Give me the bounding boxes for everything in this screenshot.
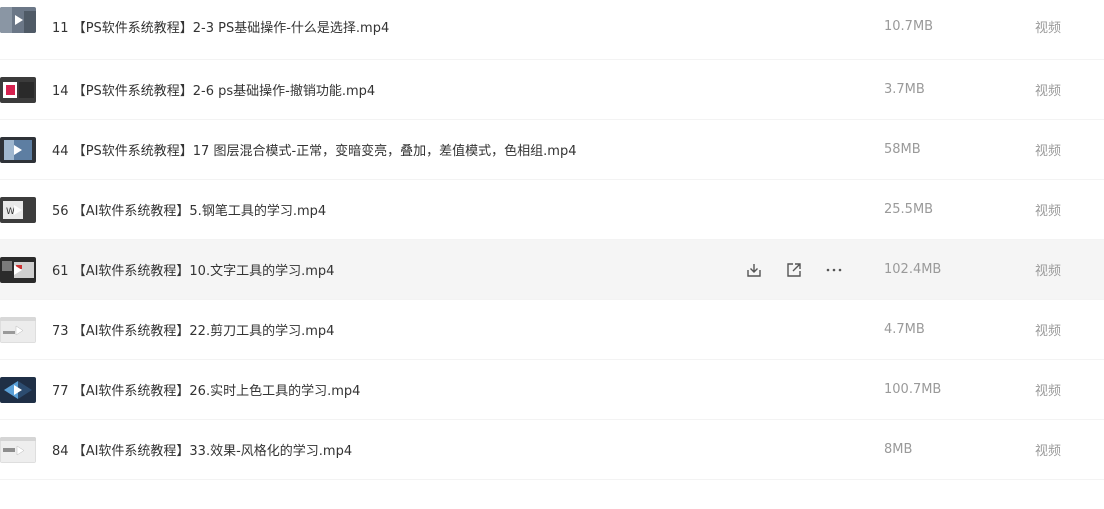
file-name[interactable]: 61 【AI软件系统教程】10.文字工具的学习.mp4 bbox=[52, 260, 334, 279]
file-size: 8MB bbox=[884, 442, 913, 457]
file-name[interactable]: 77 【AI软件系统教程】26.实时上色工具的学习.mp4 bbox=[52, 380, 360, 399]
file-name[interactable]: 56 【AI软件系统教程】5.钢笔工具的学习.mp4 bbox=[52, 200, 326, 219]
file-size: 58MB bbox=[884, 142, 921, 157]
file-name[interactable]: 84 【AI软件系统教程】33.效果-风格化的学习.mp4 bbox=[52, 440, 352, 459]
file-row[interactable]: 73 【AI软件系统教程】22.剪刀工具的学习.mp4 4.7MB 视频 bbox=[0, 300, 1104, 360]
file-type: 视频 bbox=[1035, 444, 1062, 459]
file-size: 3.7MB bbox=[884, 82, 925, 97]
file-type: 视频 bbox=[1035, 84, 1062, 99]
download-icon[interactable] bbox=[745, 261, 763, 279]
file-type: 视频 bbox=[1035, 384, 1062, 399]
file-size: 102.4MB bbox=[884, 262, 942, 277]
video-thumbnail[interactable] bbox=[0, 317, 36, 343]
file-size: 25.5MB bbox=[884, 202, 934, 217]
file-name[interactable]: 11 【PS软件系统教程】2-3 PS基础操作-什么是选择.mp4 bbox=[52, 17, 389, 36]
file-size: 100.7MB bbox=[884, 382, 942, 397]
file-name[interactable]: 73 【AI软件系统教程】22.剪刀工具的学习.mp4 bbox=[52, 320, 334, 339]
file-row[interactable]: 61 【AI软件系统教程】10.文字工具的学习.mp4 102.4MB 视频 bbox=[0, 240, 1104, 300]
video-thumbnail[interactable] bbox=[0, 137, 36, 163]
file-name[interactable]: 44 【PS软件系统教程】17 图层混合模式-正常，变暗变亮，叠加，差值模式，色… bbox=[52, 140, 576, 159]
file-size: 10.7MB bbox=[884, 18, 934, 34]
file-row[interactable]: W 56 【AI软件系统教程】5.钢笔工具的学习.mp4 25.5MB 视频 bbox=[0, 180, 1104, 240]
file-list: 11 【PS软件系统教程】2-3 PS基础操作-什么是选择.mp4 10.7MB… bbox=[0, 0, 1104, 480]
file-row[interactable]: 44 【PS软件系统教程】17 图层混合模式-正常，变暗变亮，叠加，差值模式，色… bbox=[0, 120, 1104, 180]
file-row[interactable]: 77 【AI软件系统教程】26.实时上色工具的学习.mp4 100.7MB 视频 bbox=[0, 360, 1104, 420]
file-row[interactable]: 11 【PS软件系统教程】2-3 PS基础操作-什么是选择.mp4 10.7MB… bbox=[0, 0, 1104, 60]
file-type: 视频 bbox=[1035, 20, 1062, 36]
video-thumbnail[interactable] bbox=[0, 377, 36, 403]
file-type: 视频 bbox=[1035, 204, 1062, 219]
file-type: 视频 bbox=[1035, 264, 1062, 279]
file-type: 视频 bbox=[1035, 324, 1062, 339]
file-name[interactable]: 14 【PS软件系统教程】2-6 ps基础操作-撤销功能.mp4 bbox=[52, 80, 375, 99]
video-thumbnail[interactable]: W bbox=[0, 197, 36, 223]
more-icon[interactable] bbox=[825, 261, 843, 279]
video-thumbnail[interactable] bbox=[0, 257, 36, 283]
video-thumbnail[interactable] bbox=[0, 437, 36, 463]
file-row[interactable]: 14 【PS软件系统教程】2-6 ps基础操作-撤销功能.mp4 3.7MB 视… bbox=[0, 60, 1104, 120]
file-size: 4.7MB bbox=[884, 322, 925, 337]
video-thumbnail[interactable] bbox=[0, 7, 36, 33]
file-type: 视频 bbox=[1035, 144, 1062, 159]
video-thumbnail[interactable] bbox=[0, 77, 36, 103]
file-row[interactable]: 84 【AI软件系统教程】33.效果-风格化的学习.mp4 8MB 视频 bbox=[0, 420, 1104, 480]
svg-text:W: W bbox=[6, 207, 15, 217]
row-actions bbox=[745, 261, 843, 279]
share-icon[interactable] bbox=[785, 261, 803, 279]
